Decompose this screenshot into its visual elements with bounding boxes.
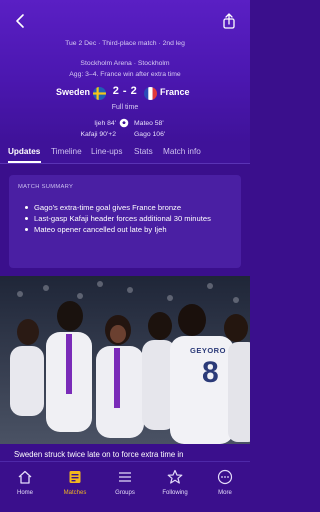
match-info-line: Tue 2 Dec · Third-place match · 2nd leg	[65, 40, 185, 47]
france-flag-icon	[144, 87, 157, 100]
nav-home[interactable]: Home	[0, 462, 50, 512]
home-scorer: Ijeh 84'	[94, 120, 116, 127]
away-scorer: Mateo 58'	[134, 120, 164, 127]
summary-item: Mateo opener cancelled out late by Ijeh	[23, 224, 211, 235]
tab-timeline[interactable]: Timeline	[51, 147, 82, 156]
more-icon	[217, 469, 233, 485]
tab-bar: Updates Timeline Line-ups Stats Match in…	[0, 142, 250, 164]
tab-lineups[interactable]: Line-ups	[91, 147, 122, 156]
match-screen: Tue 2 Dec · Third-place match · 2nd leg …	[0, 0, 250, 512]
home-icon	[18, 470, 32, 484]
nav-following[interactable]: Following	[150, 462, 200, 512]
home-scorers: Ijeh 84' Kafaji 90'+2	[81, 118, 117, 140]
nav-matches-label: Matches	[63, 490, 87, 496]
tab-stats[interactable]: Stats	[134, 147, 153, 156]
match-photo[interactable]: GEYORO 8	[0, 276, 250, 444]
tab-updates[interactable]: Updates	[8, 147, 40, 156]
score-row: Sweden 2 - 2 France	[0, 85, 250, 101]
tab-match-info[interactable]: Match info	[163, 147, 201, 156]
nav-more[interactable]: More	[200, 462, 250, 512]
shirt-number: 8	[202, 356, 219, 389]
shirt-name: GEYORO	[190, 346, 226, 355]
home-scorer: Kafaji 90'+2	[80, 131, 117, 138]
nav-more-label: More	[218, 490, 232, 496]
active-tab-indicator	[8, 161, 41, 163]
summary-title: MATCH SUMMARY	[18, 184, 74, 190]
venue-line: Stockholm Arena · Stockholm	[80, 60, 170, 67]
away-scorers: Mateo 58' Gago 106'	[134, 118, 165, 140]
sweden-flag-icon	[93, 87, 106, 100]
share-icon[interactable]	[220, 12, 238, 30]
away-team-name[interactable]: France	[160, 87, 190, 97]
aggregate-line: Agg: 3–4. France win after extra time	[69, 71, 181, 78]
match-status: Full time	[111, 104, 139, 111]
match-header: Tue 2 Dec · Third-place match · 2nd leg …	[0, 0, 250, 142]
nav-home-label: Home	[16, 490, 33, 496]
matches-icon	[69, 471, 81, 483]
summary-list: Gago's extra-time goal gives France bron…	[23, 202, 211, 235]
football-icon	[119, 118, 129, 128]
summary-item: Gago's extra-time goal gives France bron…	[23, 202, 211, 213]
back-arrow-icon[interactable]	[12, 12, 30, 30]
article-caption[interactable]: Sweden struck twice late on to force ext…	[14, 450, 183, 459]
star-icon	[167, 469, 183, 484]
nav-groups[interactable]: Groups	[100, 462, 150, 512]
nav-groups-label: Groups	[115, 490, 135, 496]
summary-item: Last-gasp Kafaji header forces additiona…	[23, 213, 211, 224]
nav-following-label: Following	[162, 490, 188, 496]
home-team-name[interactable]: Sweden	[56, 87, 90, 97]
nav-matches[interactable]: Matches	[50, 462, 100, 512]
away-scorer: Gago 106'	[134, 131, 166, 138]
groups-icon	[119, 472, 131, 482]
match-summary-card: MATCH SUMMARY Gago's extra-time goal giv…	[9, 175, 241, 268]
bottom-nav: Home Matches Groups Following More	[0, 461, 250, 512]
top-bar	[0, 10, 250, 32]
score: 2 - 2	[112, 85, 138, 97]
updates-content[interactable]: MATCH SUMMARY Gago's extra-time goal giv…	[0, 164, 250, 512]
